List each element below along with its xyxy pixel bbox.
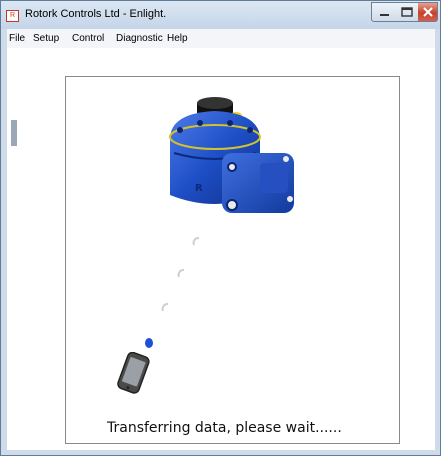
menu-setup[interactable]: Setup: [33, 33, 59, 44]
app-logo-icon[interactable]: R: [6, 10, 19, 22]
close-icon: [423, 7, 433, 17]
actuator-image: R: [169, 97, 294, 213]
progress-arc-2: [177, 269, 185, 278]
maximize-icon: [401, 7, 413, 17]
minimize-button[interactable]: [371, 2, 396, 22]
close-button[interactable]: [418, 2, 438, 22]
progress-arc-1: [192, 237, 200, 246]
title-bar[interactable]: R Rotork Controls Ltd - Enlight.: [1, 1, 440, 29]
menu-file[interactable]: File: [9, 33, 25, 44]
progress-arc-3: [161, 303, 169, 312]
window-title: Rotork Controls Ltd - Enlight.: [25, 8, 167, 20]
maximize-button[interactable]: [395, 2, 419, 22]
menu-bar: File Setup Control Diagnostic Help: [7, 29, 435, 48]
menu-control[interactable]: Control: [72, 33, 104, 44]
phone-icon: [117, 352, 150, 394]
minimize-icon: [380, 14, 389, 16]
progress-dot-active: [145, 338, 153, 348]
svg-text:R: R: [195, 183, 203, 194]
menu-diagnostic[interactable]: Diagnostic: [116, 33, 163, 44]
transfer-status-text: Transferring data, please wait......: [107, 420, 342, 436]
menu-help[interactable]: Help: [167, 33, 188, 44]
scrollbar-thumb[interactable]: [11, 120, 17, 146]
